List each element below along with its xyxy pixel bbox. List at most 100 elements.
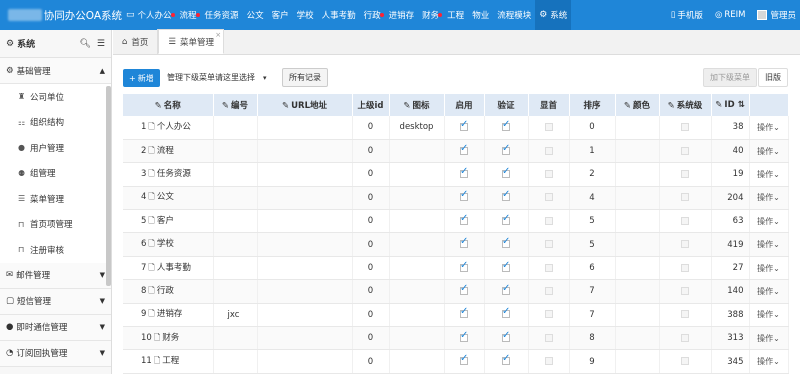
row-actions-dropdown[interactable]: 操作⌄ — [757, 310, 780, 319]
sidebar-item-0-2[interactable]: ● 用户管理 — [0, 135, 111, 161]
show-home-checkbox[interactable] — [544, 333, 553, 342]
verify-checkbox[interactable] — [502, 330, 510, 342]
table-row[interactable]: 4🗋公文 0 4 204 操作⌄ — [123, 186, 789, 211]
table-row[interactable]: 10🗋财务 0 8 313 操作⌄ — [123, 326, 789, 351]
nav-item-0[interactable]: ▭ 个人办公 — [122, 0, 176, 30]
sidebar-scrollbar[interactable] — [106, 86, 111, 286]
sort-icon[interactable]: ⇅ — [735, 100, 745, 110]
sidebar-group-4[interactable]: ◔ 订阅回执管理 ▼ — [0, 340, 111, 367]
row-actions-dropdown[interactable]: 操作⌄ — [757, 357, 780, 366]
column-header-8[interactable]: 排序 — [569, 94, 616, 116]
sidebar-item-0-1[interactable]: ⚏ 组织结构 — [0, 109, 111, 135]
user-menu[interactable]: 管理员 — [757, 9, 796, 21]
verify-checkbox[interactable] — [502, 166, 510, 178]
verify-checkbox[interactable] — [502, 119, 510, 131]
row-actions-dropdown[interactable]: 操作⌄ — [757, 264, 780, 273]
column-header-11[interactable]: ✎ ID ⇅ — [711, 94, 750, 116]
enabled-checkbox[interactable] — [460, 236, 468, 249]
search-icon[interactable]: 🔍︎ — [79, 39, 90, 49]
column-header-2[interactable]: ✎ URL地址 — [257, 94, 353, 116]
column-header-10[interactable]: ✎ 系统级 — [659, 94, 712, 116]
sidebar-item-0-4[interactable]: ☰ 菜单管理 — [0, 186, 111, 212]
system-level-checkbox[interactable] — [681, 146, 689, 155]
enabled-checkbox[interactable] — [460, 189, 468, 202]
table-row[interactable]: 8🗋行政 0 7 140 操作⌄ — [123, 279, 789, 304]
nav-item-6[interactable]: 人事考勤 — [318, 0, 360, 30]
enabled-checkbox[interactable] — [460, 143, 468, 155]
system-level-checkbox[interactable] — [681, 263, 689, 272]
tab-1[interactable]: ☰ 菜单管理 × — [158, 29, 225, 54]
sidebar-group-1[interactable]: ✉ 邮件管理 ▼ — [0, 262, 111, 289]
verify-checkbox[interactable] — [502, 283, 510, 295]
add-submenu-button[interactable]: 加下级菜单 — [703, 68, 757, 87]
show-home-checkbox[interactable] — [544, 310, 553, 319]
row-actions-dropdown[interactable]: 操作⌄ — [757, 193, 780, 202]
verify-checkbox[interactable] — [502, 143, 510, 155]
menu-icon[interactable]: ☰ — [97, 39, 105, 49]
row-actions-dropdown[interactable]: 操作⌄ — [757, 240, 780, 249]
system-level-checkbox[interactable] — [681, 240, 689, 249]
system-level-checkbox[interactable] — [681, 286, 689, 295]
nav-item-1[interactable]: 流程 — [176, 0, 201, 30]
system-level-checkbox[interactable] — [681, 333, 689, 342]
enabled-checkbox[interactable] — [460, 353, 468, 366]
show-home-checkbox[interactable] — [544, 263, 553, 272]
nav-item-13[interactable]: ⚙ 系统 — [535, 0, 572, 30]
column-header-5[interactable]: 启用 — [444, 94, 485, 116]
nav-item-12[interactable]: 流程模块 — [493, 0, 535, 30]
table-row[interactable]: 3🗋任务资源 0 2 19 操作⌄ — [123, 162, 789, 187]
system-level-checkbox[interactable] — [681, 169, 689, 178]
sidebar-item-0-0[interactable]: ♜ 公司单位 — [0, 84, 111, 110]
row-actions-dropdown[interactable]: 操作⌄ — [757, 217, 780, 226]
enabled-checkbox[interactable] — [460, 213, 468, 225]
verify-checkbox[interactable] — [502, 189, 510, 202]
show-home-checkbox[interactable] — [544, 240, 553, 249]
table-row[interactable]: 5🗋客户 0 5 63 操作⌄ — [123, 209, 789, 234]
show-home-checkbox[interactable] — [544, 193, 553, 202]
sidebar-item-0-6[interactable]: ⊓ 注册审核 — [0, 237, 111, 263]
verify-checkbox[interactable] — [502, 353, 510, 366]
system-level-checkbox[interactable] — [681, 122, 689, 131]
sidebar-group-2[interactable]: ▢ 短信管理 ▼ — [0, 288, 111, 315]
submenu-select[interactable]: 管理下级菜单请这里选择 ▾ — [163, 68, 273, 87]
show-home-checkbox[interactable] — [544, 146, 553, 155]
nav-item-5[interactable]: 学校 — [293, 0, 318, 30]
nav-item-2[interactable]: 任务资源 — [201, 0, 243, 30]
table-row[interactable]: 1🗋个人办公0desktop038操作⌄ — [123, 116, 789, 140]
enabled-checkbox[interactable] — [460, 306, 468, 319]
row-actions-dropdown[interactable]: 操作⌄ — [757, 170, 780, 179]
old-version-button[interactable]: 旧版 — [758, 68, 788, 87]
nav-item-4[interactable]: 客户 — [268, 0, 293, 30]
show-home-checkbox[interactable] — [544, 357, 553, 366]
column-header-7[interactable]: 显首 — [528, 94, 570, 116]
nav-item-3[interactable]: 公文 — [243, 0, 268, 30]
table-row[interactable]: 7🗋人事考勤 0 6 27 操作⌄ — [123, 256, 789, 281]
show-home-checkbox[interactable] — [544, 216, 553, 225]
enabled-checkbox[interactable] — [460, 166, 468, 178]
nav-item-10[interactable]: 工程 — [443, 0, 468, 30]
show-home-checkbox[interactable] — [544, 286, 553, 295]
table-row[interactable]: 11🗋工程 0 9 345 操作⌄ — [123, 349, 789, 374]
system-level-checkbox[interactable] — [681, 193, 689, 202]
column-header-0[interactable]: ✎ 名称 — [123, 94, 214, 116]
nav-item-7[interactable]: 行政 — [360, 0, 385, 30]
sidebar-group-3[interactable]: ● 即时通信管理 ▼ — [0, 314, 111, 341]
table-row[interactable]: 6🗋学校 0 5 419 操作⌄ — [123, 232, 789, 257]
enabled-checkbox[interactable] — [460, 330, 468, 342]
column-header-3[interactable]: 上级id — [352, 94, 390, 116]
mobile-link[interactable]: ▯ 手机版 — [671, 9, 703, 21]
sidebar-item-0-5[interactable]: ⊓ 首页项管理 — [0, 211, 111, 237]
enabled-checkbox[interactable] — [460, 119, 468, 131]
reim-link[interactable]: ◎ REIM — [715, 10, 746, 20]
all-records-button[interactable]: 所有记录 — [282, 68, 328, 87]
sidebar-group-0[interactable]: ⚙ 基础管理 ▲ — [0, 58, 111, 84]
verify-checkbox[interactable] — [502, 260, 510, 272]
nav-item-9[interactable]: 财务 — [418, 0, 443, 30]
system-level-checkbox[interactable] — [681, 216, 689, 225]
row-actions-dropdown[interactable]: 操作⌄ — [757, 334, 780, 343]
sidebar-item-0-3[interactable]: ⚉ 组管理 — [0, 160, 111, 186]
column-header-1[interactable]: ✎ 编号 — [213, 94, 258, 116]
row-actions-dropdown[interactable]: 操作⌄ — [757, 147, 780, 156]
column-header-4[interactable]: ✎ 图标 — [389, 94, 445, 116]
enabled-checkbox[interactable] — [460, 260, 468, 272]
